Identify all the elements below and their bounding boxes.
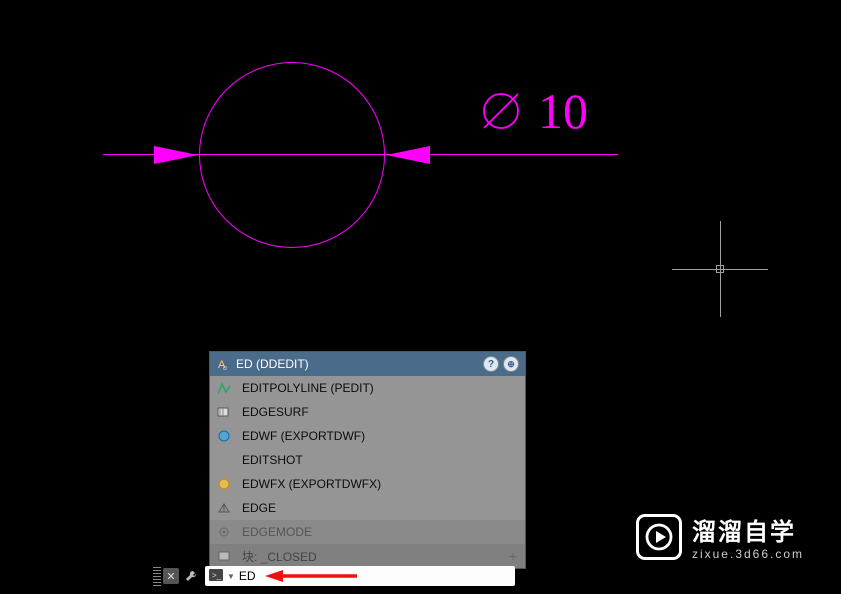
wrench-icon[interactable]	[183, 568, 199, 584]
drag-handle[interactable]	[153, 566, 161, 586]
autocomplete-item-label: EDWFX (EXPORTDWFX)	[242, 477, 381, 491]
svg-text:b: b	[223, 365, 227, 372]
autocomplete-item[interactable]: EDGESURF	[210, 400, 525, 424]
empty-icon	[216, 452, 232, 468]
autocomplete-item-label: EDGE	[242, 501, 276, 515]
chevron-down-icon[interactable]: ▼	[227, 572, 235, 581]
expand-icon[interactable]: +	[509, 548, 517, 564]
autocomplete-item[interactable]: EDWF (EXPORTDWF)	[210, 424, 525, 448]
autocomplete-item[interactable]: EDWFX (EXPORTDWFX)	[210, 472, 525, 496]
close-icon[interactable]: ✕	[163, 568, 179, 584]
command-input[interactable]	[239, 569, 289, 583]
autocomplete-footer-label: 块: _CLOSED	[242, 548, 317, 565]
dimension-value: 10	[538, 82, 588, 140]
edgesurf-icon	[216, 404, 232, 420]
autocomplete-selected-item[interactable]: Ab ED (DDEDIT) ? ⊕	[210, 352, 525, 376]
brand-subtitle: zixue.3d66.com	[692, 547, 804, 561]
autocomplete-item-label: EDITPOLYLINE (PEDIT)	[242, 381, 374, 395]
polyline-icon	[216, 380, 232, 396]
ddedit-icon: Ab	[216, 356, 232, 372]
autocomplete-item-label: EDGEMODE	[242, 525, 312, 539]
autocomplete-item-label: EDWF (EXPORTDWF)	[242, 429, 365, 443]
watermark: 溜溜自学 zixue.3d66.com	[614, 494, 826, 579]
dim-arrow-left	[154, 146, 198, 164]
drawn-circle	[199, 62, 385, 248]
autocomplete-item-label: EDITSHOT	[242, 453, 303, 467]
command-input-wrap[interactable]: >_ ▼	[205, 566, 515, 586]
brand-title: 溜溜自学	[692, 512, 804, 547]
help-icon[interactable]: ?	[483, 356, 499, 372]
command-bar: ✕ >_ ▼	[153, 565, 515, 587]
autocomplete-item[interactable]: EDITSHOT	[210, 448, 525, 472]
brand-logo-icon	[636, 514, 682, 560]
autocomplete-header-label: ED (DDEDIT)	[236, 357, 309, 371]
autocomplete-item[interactable]: EDITPOLYLINE (PEDIT)	[210, 376, 525, 400]
crosshair-cursor	[672, 221, 768, 317]
block-icon	[216, 548, 232, 564]
dim-arrow-right	[386, 146, 430, 164]
autocomplete-item-label: EDGESURF	[242, 405, 309, 419]
dwf-icon	[216, 428, 232, 444]
command-autocomplete-popup: Ab ED (DDEDIT) ? ⊕ EDITPOLYLINE (PEDIT) …	[209, 351, 526, 569]
svg-text:>_: >_	[212, 571, 222, 580]
autocomplete-item[interactable]: EDGE	[210, 496, 525, 520]
diameter-symbol	[480, 90, 522, 132]
prompt-icon: >_	[209, 569, 225, 583]
dwfx-icon	[216, 476, 232, 492]
autocomplete-item-disabled[interactable]: EDGEMODE	[210, 520, 525, 544]
edge-icon	[216, 500, 232, 516]
globe-help-icon[interactable]: ⊕	[503, 356, 519, 372]
gear-icon	[216, 524, 232, 540]
